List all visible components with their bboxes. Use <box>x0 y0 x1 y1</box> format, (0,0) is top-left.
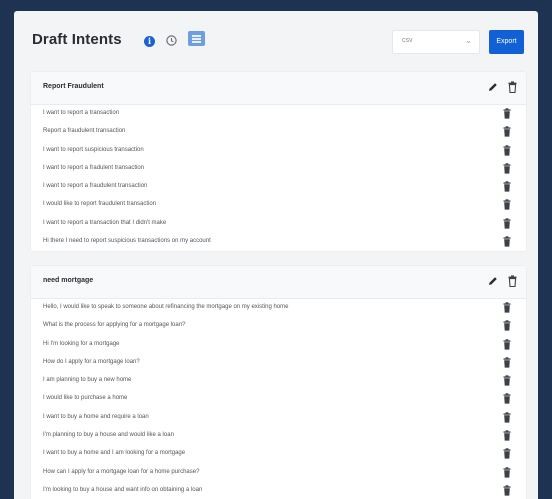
utterance-text: How do I apply for a mortgage loan? <box>43 358 140 365</box>
utterance-row: I would like to report fraudulent transa… <box>31 196 526 214</box>
utterance-row: I want to buy a home and I am looking fo… <box>31 445 526 463</box>
utterance-text: I would like to purchase a home <box>43 395 128 402</box>
utterance-text: Hello, I would like to speak to someone … <box>43 304 289 310</box>
chevron-down-icon: ⌄ <box>465 36 472 45</box>
delete-utterance-icon[interactable] <box>503 338 511 350</box>
utterance-text: What is the process for applying for a m… <box>43 322 186 329</box>
format-select-value: csv <box>402 37 413 44</box>
utterance-row: I want to report a fraudulent transactio… <box>31 178 526 196</box>
card-header: Report Fraudulent <box>31 72 526 105</box>
utterance-row: I am planning to buy a new home <box>31 372 526 390</box>
utterance-row: Hello, I would like to speak to someone … <box>31 299 526 317</box>
utterance-text: I'm looking to buy a house and want info… <box>43 486 203 493</box>
delete-utterance-icon[interactable] <box>503 357 511 368</box>
utterance-text: I want to report a fraudulent transactio… <box>43 183 148 190</box>
info-icon[interactable]: i <box>144 36 155 47</box>
list-line <box>192 41 201 43</box>
utterance-text: How can I apply for a mortgage loan for … <box>43 468 200 475</box>
utterance-text: I would like to report fraudulent transa… <box>43 201 157 208</box>
utterance-text: Hi there I need to report suspicious tra… <box>43 238 211 245</box>
delete-utterance-icon[interactable] <box>503 126 511 137</box>
utterance-row: I want to report a transaction that I di… <box>31 215 526 233</box>
delete-intent-icon[interactable] <box>508 81 517 93</box>
utterance-text: I want to report a transaction that I di… <box>43 219 167 226</box>
intent-card: Report Fraudulent I want to report a tra… <box>31 72 526 252</box>
utterance-row: How do I apply for a mortgage loan? <box>31 354 526 372</box>
utterance-text: I want to report a transaction <box>43 110 120 116</box>
delete-utterance-icon[interactable] <box>503 485 511 496</box>
export-format-select[interactable]: csv ⌄ <box>392 30 480 54</box>
delete-utterance-icon[interactable] <box>503 181 511 192</box>
list-view-button[interactable] <box>188 31 205 46</box>
edit-icon[interactable] <box>488 276 498 286</box>
utterance-row: Report a fraudulent transaction <box>31 123 526 141</box>
utterance-text: I want to buy a home and I am looking fo… <box>43 450 186 457</box>
utterance-row: I'm planning to buy a house and would li… <box>31 427 526 445</box>
intent-title: need mortgage <box>43 277 94 284</box>
delete-utterance-icon[interactable] <box>503 393 511 405</box>
history-icon[interactable] <box>165 34 178 47</box>
utterance-text: I am planning to buy a new home <box>43 377 132 384</box>
utterance-row: I want to report suspicious transaction <box>31 142 526 160</box>
delete-utterance-icon[interactable] <box>503 199 511 211</box>
delete-utterance-icon[interactable] <box>503 108 511 119</box>
delete-utterance-icon[interactable] <box>503 448 511 459</box>
card-header: need mortgage <box>31 266 526 299</box>
utterance-row: Hi I'm looking for a mortgage <box>31 336 526 354</box>
utterance-row: What is the process for applying for a m… <box>31 317 526 335</box>
utterance-text: I want to buy a home and require a loan <box>43 413 149 420</box>
utterance-row: I want to buy a home and require a loan <box>31 409 526 427</box>
export-button[interactable]: Export <box>489 30 524 54</box>
delete-intent-icon[interactable] <box>508 275 517 287</box>
utterance-row: I'm looking to buy a house and want info… <box>31 482 526 499</box>
utterance-list: I want to report a transaction Report a f… <box>31 105 526 251</box>
utterance-row: I would like to purchase a home <box>31 390 526 408</box>
utterance-text: I want to report suspicious transaction <box>43 146 144 153</box>
list-line <box>192 38 201 40</box>
delete-utterance-icon[interactable] <box>503 412 511 423</box>
utterance-text: I'm planning to buy a house and would li… <box>43 432 174 439</box>
intent-title: Report Fraudulent <box>43 83 104 90</box>
delete-utterance-icon[interactable] <box>503 375 511 386</box>
delete-utterance-icon[interactable] <box>503 302 511 313</box>
edit-icon[interactable] <box>488 82 498 92</box>
delete-utterance-icon[interactable] <box>503 320 511 331</box>
utterance-text: I want to report a fradulent transaction <box>43 164 145 171</box>
delete-utterance-icon[interactable] <box>503 466 511 478</box>
list-line <box>192 35 201 37</box>
utterance-list: Hello, I would like to speak to someone … <box>31 299 526 499</box>
delete-utterance-icon[interactable] <box>503 236 511 247</box>
draft-intents-panel: Draft Intents i csv ⌄ Export Report Frau… <box>14 11 538 499</box>
utterance-row: How can I apply for a mortgage loan for … <box>31 464 526 482</box>
utterance-row: Hi there I need to report suspicious tra… <box>31 233 526 251</box>
delete-utterance-icon[interactable] <box>503 144 511 156</box>
utterance-row: I want to report a fradulent transaction <box>31 160 526 178</box>
delete-utterance-icon[interactable] <box>503 218 511 229</box>
intent-card: need mortgage Hello, I would like to spe… <box>31 266 526 499</box>
page-title: Draft Intents <box>32 31 122 48</box>
delete-utterance-icon[interactable] <box>503 163 511 174</box>
utterance-text: Report a fraudulent transaction <box>43 128 126 135</box>
utterance-text: Hi I'm looking for a mortgage <box>43 340 120 347</box>
utterance-row: I want to report a transaction <box>31 105 526 123</box>
delete-utterance-icon[interactable] <box>503 430 511 441</box>
page-header: Draft Intents i csv ⌄ Export <box>32 30 524 58</box>
